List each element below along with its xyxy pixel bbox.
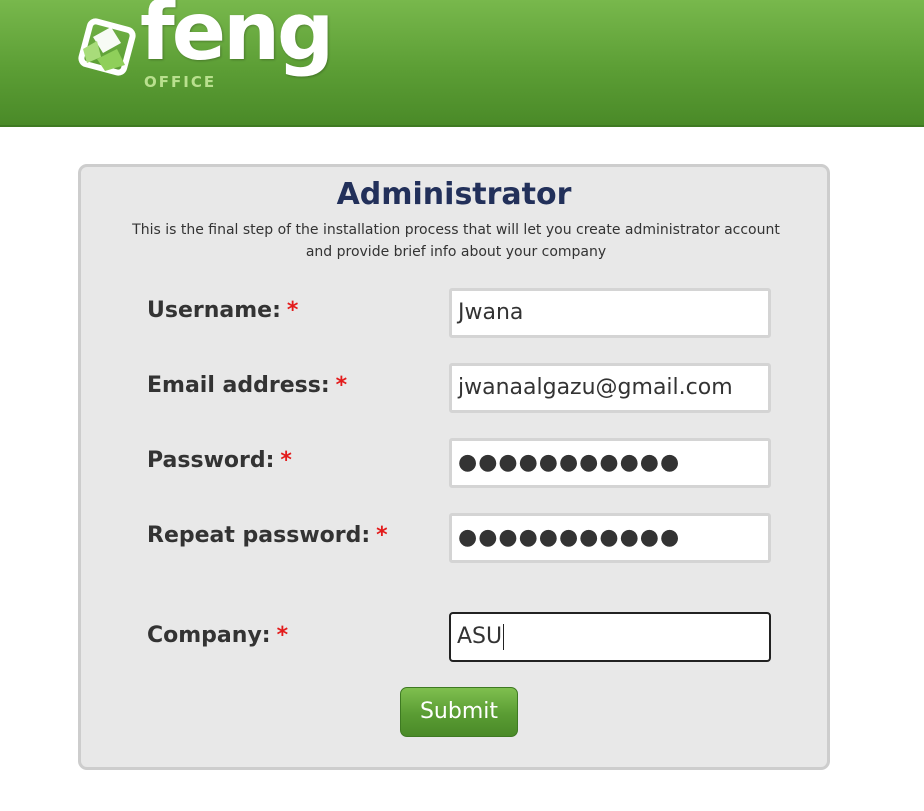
required-marker: *	[276, 623, 289, 648]
text-cursor	[503, 624, 505, 650]
admin-form-panel: Administrator This is the final step of …	[78, 164, 830, 770]
header-bar: feng OFFICE	[0, 0, 924, 127]
required-marker: *	[286, 298, 299, 323]
required-marker: *	[335, 373, 348, 398]
repeat-password-field[interactable]: ●●●●●●●●●●●	[449, 513, 771, 563]
password-label-text: Password:	[147, 448, 275, 473]
company-label-text: Company:	[147, 623, 271, 648]
email-label-text: Email address:	[147, 373, 330, 398]
required-marker: *	[376, 523, 388, 548]
page-title: Administrator	[336, 177, 572, 212]
feng-office-logo: feng OFFICE	[74, 0, 334, 96]
company-field[interactable]: ASU	[449, 612, 771, 662]
password-field[interactable]: ●●●●●●●●●●●	[449, 438, 771, 488]
form-description: This is the final step of the installati…	[132, 222, 780, 260]
company-field-value: ASU	[457, 624, 503, 649]
email-label: Email address: *	[147, 373, 347, 398]
repeat-password-label-text: Repeat password:	[147, 523, 371, 548]
logo-subtitle: OFFICE	[144, 73, 217, 91]
username-field[interactable]: Jwana	[449, 288, 771, 338]
username-label-text: Username:	[147, 298, 281, 323]
logo-wordmark: feng	[140, 0, 334, 78]
repeat-password-label: Repeat password: *	[147, 523, 388, 548]
feng-logo-icon	[78, 18, 136, 76]
username-label: Username: *	[147, 298, 298, 323]
email-field[interactable]: jwanaalgazu@gmail.com	[449, 363, 771, 413]
submit-button[interactable]: Submit	[400, 687, 518, 737]
password-label: Password: *	[147, 448, 292, 473]
required-marker: *	[280, 448, 292, 473]
company-label: Company: *	[147, 623, 288, 648]
